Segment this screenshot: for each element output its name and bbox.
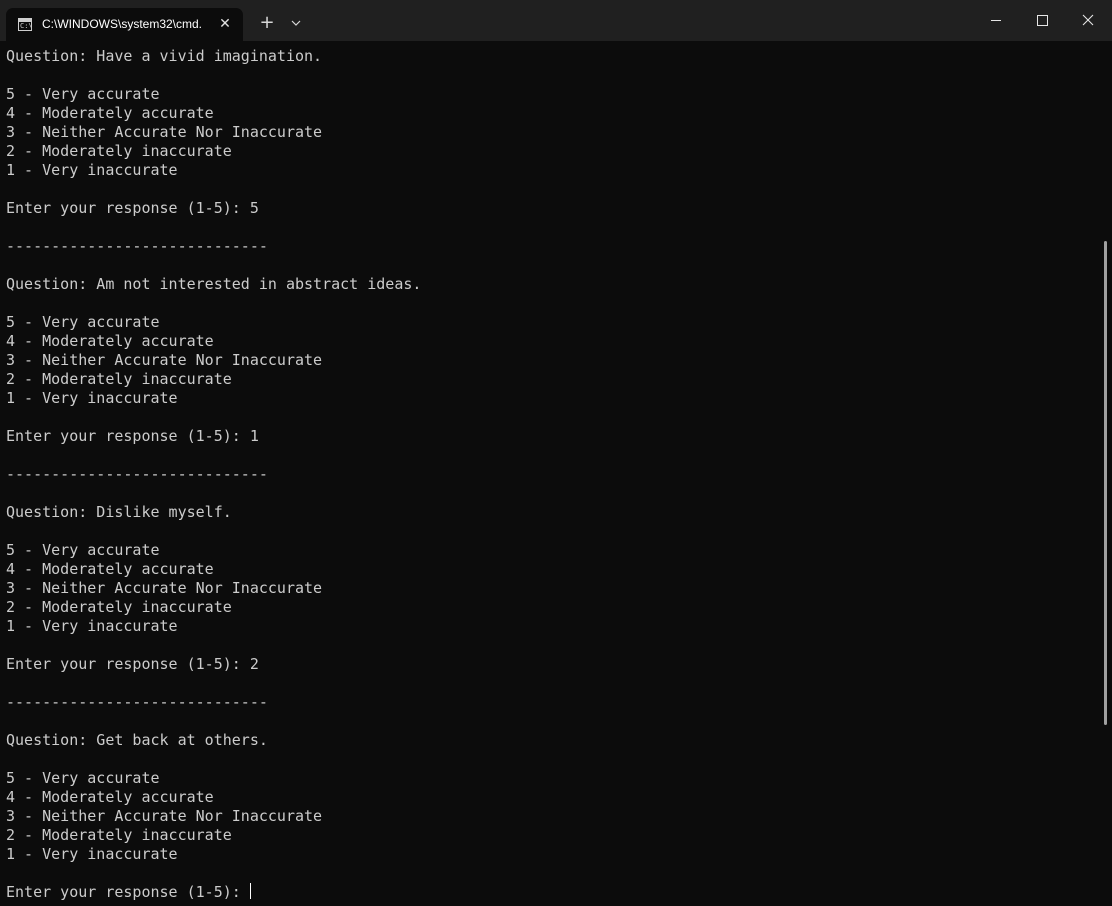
input-prompt-line[interactable]: Enter your response (1-5): (6, 883, 1096, 902)
console-line: 2 - Moderately inaccurate (6, 142, 232, 160)
minimize-icon[interactable] (973, 0, 1019, 41)
console-line: 4 - Moderately accurate (6, 788, 214, 806)
scrollbar-thumb[interactable] (1104, 241, 1107, 725)
console-line: Enter your response (1-5): 1 (6, 427, 259, 445)
console-line: Enter your response (1-5): 2 (6, 655, 259, 673)
input-prompt: Enter your response (1-5): (6, 883, 250, 901)
console-output[interactable]: Question: Have a vivid imagination. 5 - V… (6, 47, 1096, 906)
scrollbar[interactable] (1100, 41, 1112, 906)
console-line: 2 - Moderately inaccurate (6, 598, 232, 616)
console-line: 5 - Very accurate (6, 769, 160, 787)
chevron-down-icon[interactable] (287, 14, 305, 32)
console-line: 3 - Neither Accurate Nor Inaccurate (6, 351, 323, 369)
console-line: 2 - Moderately inaccurate (6, 370, 232, 388)
console-line: 1 - Very inaccurate (6, 845, 178, 863)
console-line: 1 - Very inaccurate (6, 617, 178, 635)
console-line: 4 - Moderately accurate (6, 104, 214, 122)
console-line: 5 - Very accurate (6, 541, 160, 559)
plus-icon[interactable]: + (256, 12, 278, 34)
close-icon[interactable]: ✕ (216, 15, 234, 33)
console-line: Enter your response (1-5): 5 (6, 199, 259, 217)
console-line: 2 - Moderately inaccurate (6, 826, 232, 844)
console-line: 3 - Neither Accurate Nor Inaccurate (6, 807, 323, 825)
console-line: 3 - Neither Accurate Nor Inaccurate (6, 123, 323, 141)
console-line: Question: Have a vivid imagination. (6, 47, 323, 65)
console-line: ----------------------------- (6, 237, 268, 255)
console-line: 3 - Neither Accurate Nor Inaccurate (6, 579, 323, 597)
console-line: 5 - Very accurate (6, 85, 160, 103)
text-cursor (249, 883, 251, 899)
maximize-icon[interactable] (1019, 0, 1065, 41)
console-line: Question: Am not interested in abstract … (6, 275, 422, 293)
console-line: 5 - Very accurate (6, 313, 160, 331)
console-line: Question: Dislike myself. (6, 503, 232, 521)
title-bar: C:\ C:\WINDOWS\system32\cmd. ✕ + (0, 0, 1112, 41)
cmd-terminal-icon: C:\ (18, 18, 33, 31)
tab-cmd[interactable]: C:\ C:\WINDOWS\system32\cmd. ✕ (6, 8, 243, 41)
console-line: 1 - Very inaccurate (6, 161, 178, 179)
console-line: Question: Get back at others. (6, 731, 268, 749)
console-line: 4 - Moderately accurate (6, 332, 214, 350)
console-line: 1 - Very inaccurate (6, 389, 178, 407)
tab-title: C:\WINDOWS\system32\cmd. (42, 17, 203, 31)
close-icon[interactable] (1065, 0, 1111, 41)
console-line: ----------------------------- (6, 693, 268, 711)
console-line: ----------------------------- (6, 465, 268, 483)
terminal-window: C:\ C:\WINDOWS\system32\cmd. ✕ + Questio… (0, 0, 1112, 906)
console-line: 4 - Moderately accurate (6, 560, 214, 578)
